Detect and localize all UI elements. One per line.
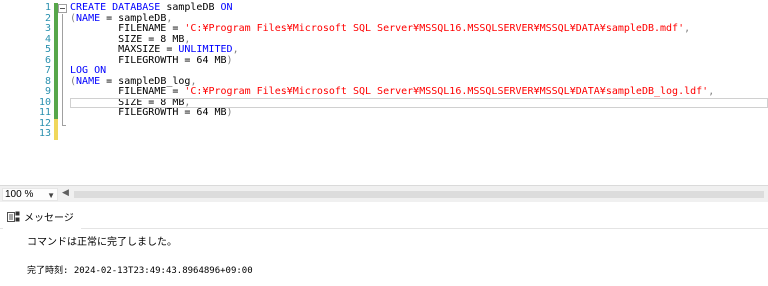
completion-time: 完了時刻: 2024-02-13T23:49:43.8964896+09:00 <box>27 266 253 276</box>
line-number-gutter: 1 2 3 4 5 6 7 8 9 10 11 12 13 <box>0 2 52 140</box>
code-token: FILEGROWTH = 64 MB <box>70 54 227 66</box>
outline-guide <box>58 108 67 119</box>
messages-icon <box>7 211 20 223</box>
line-number: 3 <box>44 23 51 34</box>
results-pane: メッセージ コマンドは正常に完了しました。 完了時刻: 2024-02-13T2… <box>0 202 768 286</box>
code-token: SIZE = 8 MB <box>70 96 185 108</box>
line-number: 9 <box>44 86 51 97</box>
code-line[interactable] <box>70 119 768 130</box>
code-token: ON <box>220 2 233 13</box>
code-token: , <box>232 44 239 55</box>
outline-guide <box>58 66 67 77</box>
outline-guide <box>58 87 67 98</box>
code-token: , <box>708 86 715 97</box>
collapse-icon[interactable] <box>58 3 67 14</box>
code-token: NAME <box>76 12 101 24</box>
outline-guide <box>58 129 67 140</box>
code-token: NAME <box>76 75 101 87</box>
outline-guide <box>58 55 67 67</box>
outline-guide <box>58 24 67 35</box>
tab-messages[interactable]: メッセージ <box>3 206 81 229</box>
code-token: , <box>184 33 191 45</box>
line-number: 7 <box>44 65 51 76</box>
zoom-value: 100 % <box>5 189 34 200</box>
line-number: 5 <box>44 44 51 55</box>
code-token: = sampleDB_log <box>100 75 191 87</box>
code-token: ) <box>226 107 233 118</box>
outline-guide <box>58 34 67 46</box>
line-number: 11 <box>38 107 51 118</box>
code-token: sampleDB <box>160 2 221 13</box>
tab-messages-label: メッセージ <box>24 213 74 224</box>
code-token: , <box>684 23 691 34</box>
results-tab-strip: メッセージ <box>0 202 768 229</box>
code-token: FILEGROWTH = 64 MB <box>70 107 227 118</box>
code-line[interactable]: CREATE DATABASE sampleDB ON <box>70 2 768 14</box>
line-number: 13 <box>38 128 51 139</box>
code-area[interactable]: CREATE DATABASE sampleDB ON (NAME = sampl… <box>70 2 768 140</box>
outlining-margin <box>58 3 67 140</box>
zoom-dropdown[interactable]: 100 % ▼ <box>2 188 58 201</box>
outline-guide <box>58 76 67 88</box>
code-line[interactable] <box>70 129 768 140</box>
editor-status-bar: 100 % ▼ ◀ <box>0 185 768 202</box>
code-token: LOG ON <box>70 65 107 76</box>
line-number: 1 <box>44 2 51 13</box>
code-token: MAXSIZE = <box>70 44 179 55</box>
code-token: , <box>166 12 173 24</box>
code-token: = sampleDB <box>100 12 167 24</box>
result-message: コマンドは正常に完了しました。 <box>27 237 177 248</box>
code-token: , <box>184 96 191 108</box>
code-token: , <box>190 75 197 87</box>
outline-guide <box>58 97 67 109</box>
outline-guide <box>58 13 67 25</box>
outline-guide <box>58 45 67 56</box>
code-token: FILENAME = <box>70 86 185 97</box>
code-token: ) <box>226 54 233 66</box>
code-token: CREATE DATABASE <box>70 2 161 13</box>
code-token: UNLIMITED <box>178 44 233 55</box>
scroll-left-arrow-icon[interactable]: ◀ <box>62 188 69 198</box>
chevron-down-icon: ▼ <box>47 191 55 200</box>
code-token: FILENAME = <box>70 23 185 34</box>
outline-guide <box>58 118 67 130</box>
horizontal-scrollbar[interactable] <box>74 191 764 198</box>
code-line[interactable]: FILEGROWTH = 64 MB) <box>70 54 768 67</box>
query-editor[interactable]: 1 2 3 4 5 6 7 8 9 10 11 12 13 CREATE DATABASE sample… <box>0 0 768 185</box>
code-token: 'C:¥Program Files¥Microsoft SQL Server¥M… <box>184 86 709 97</box>
code-line[interactable]: FILEGROWTH = 64 MB) <box>70 107 768 119</box>
code-token: 'C:¥Program Files¥Microsoft SQL Server¥M… <box>184 23 685 34</box>
code-token: SIZE = 8 MB <box>70 33 185 45</box>
